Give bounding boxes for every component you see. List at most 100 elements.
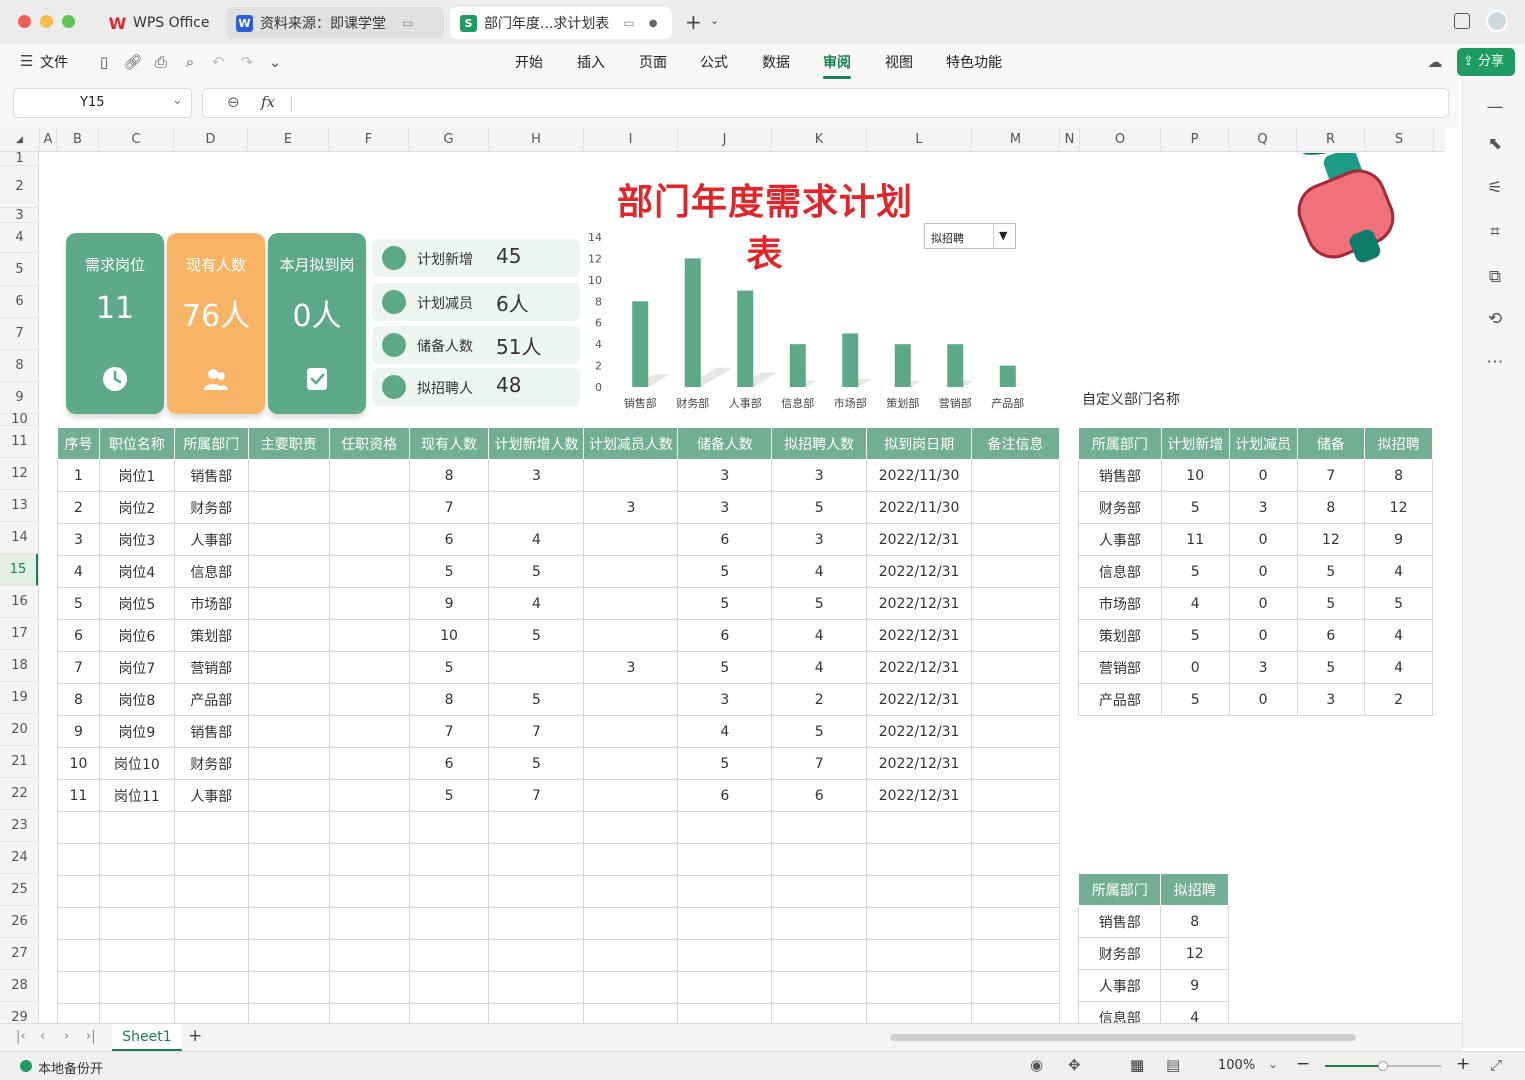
- table-cell[interactable]: [57, 939, 100, 972]
- first-sheet-icon[interactable]: |‹: [16, 1029, 26, 1044]
- hamburger-menu-icon[interactable]: ☰: [20, 52, 33, 70]
- next-sheet-icon[interactable]: ›: [64, 1029, 69, 1044]
- table-cell[interactable]: 5: [57, 587, 100, 620]
- navigate-icon[interactable]: ✥: [1068, 1056, 1081, 1074]
- table-cell[interactable]: 6: [677, 523, 773, 556]
- table-cell[interactable]: 5: [408, 555, 490, 588]
- table-cell[interactable]: [408, 939, 490, 972]
- table-cell[interactable]: [971, 491, 1060, 524]
- table-cell[interactable]: 财务部: [173, 491, 249, 524]
- row-header[interactable]: 7: [0, 318, 38, 350]
- bar[interactable]: [737, 290, 754, 387]
- table-cell[interactable]: [408, 1003, 490, 1023]
- table-cell[interactable]: [247, 587, 330, 620]
- table-cell[interactable]: [57, 843, 100, 876]
- row-header[interactable]: 29: [0, 1002, 38, 1022]
- row-header[interactable]: 16: [0, 586, 38, 618]
- menu-data[interactable]: 数据: [762, 52, 790, 72]
- bar[interactable]: [789, 344, 806, 387]
- table-cell[interactable]: [866, 939, 973, 972]
- table-cell[interactable]: 11: [57, 779, 100, 812]
- table-cell[interactable]: [677, 907, 773, 940]
- table-cell[interactable]: 7: [408, 491, 490, 524]
- table-cell[interactable]: 2022/12/31: [866, 523, 973, 556]
- table-cell[interactable]: [247, 811, 330, 844]
- table-cell[interactable]: [57, 811, 100, 844]
- table-cell[interactable]: 9: [408, 587, 490, 620]
- table-cell[interactable]: 3: [677, 683, 773, 716]
- table-cell[interactable]: [328, 651, 410, 684]
- table-cell[interactable]: [583, 587, 679, 620]
- table-cell[interactable]: 4: [488, 523, 585, 556]
- table-cell[interactable]: [771, 875, 868, 908]
- table-cell[interactable]: 2: [57, 491, 100, 524]
- table-cell[interactable]: 1: [57, 459, 100, 492]
- table-cell[interactable]: 7: [408, 715, 490, 748]
- table-cell[interactable]: 0: [1228, 683, 1298, 716]
- table-cell[interactable]: [488, 491, 585, 524]
- column-header[interactable]: F: [329, 128, 409, 152]
- column-header[interactable]: H: [489, 128, 584, 152]
- table-cell[interactable]: [98, 843, 175, 876]
- row-header[interactable]: 20: [0, 714, 38, 746]
- zoom-out-icon[interactable]: −: [1296, 1054, 1310, 1074]
- table-cell[interactable]: [488, 939, 585, 972]
- table-cell[interactable]: 财务部: [1078, 491, 1162, 524]
- table-cell[interactable]: [328, 907, 410, 940]
- table-cell[interactable]: 5: [677, 555, 773, 588]
- table-cell[interactable]: [971, 971, 1060, 1004]
- dropdown-arrow-icon[interactable]: ▼: [999, 229, 1007, 242]
- table-cell[interactable]: [328, 555, 410, 588]
- table-cell[interactable]: 4: [771, 555, 868, 588]
- history-icon[interactable]: ⟲: [1483, 307, 1507, 331]
- table-cell[interactable]: 5: [488, 683, 585, 716]
- table-cell[interactable]: [488, 811, 585, 844]
- share-button[interactable]: ⇪ 分享: [1457, 48, 1515, 76]
- column-header[interactable]: K: [772, 128, 867, 152]
- table-cell[interactable]: [583, 843, 679, 876]
- table-cell[interactable]: 4: [1160, 1001, 1229, 1023]
- bar[interactable]: [894, 344, 911, 387]
- table-cell[interactable]: [677, 843, 773, 876]
- table-cell[interactable]: [583, 779, 679, 812]
- table-cell[interactable]: [583, 907, 679, 940]
- table-cell[interactable]: [328, 747, 410, 780]
- row-header[interactable]: 9: [0, 382, 38, 414]
- formula-input[interactable]: ⊖ fx: [202, 88, 1449, 118]
- table-cell[interactable]: 3: [1296, 683, 1366, 716]
- row-header[interactable]: 17: [0, 618, 38, 650]
- table-cell[interactable]: 3: [1228, 651, 1298, 684]
- table-cell[interactable]: [866, 907, 973, 940]
- table-cell[interactable]: 3: [57, 523, 100, 556]
- table-cell[interactable]: 8: [1296, 491, 1366, 524]
- table-cell[interactable]: [771, 1003, 868, 1023]
- table-cell[interactable]: 5: [1296, 651, 1366, 684]
- table-cell[interactable]: 0: [1160, 651, 1230, 684]
- table-cell[interactable]: [247, 619, 330, 652]
- table-cell[interactable]: [971, 715, 1060, 748]
- table-cell[interactable]: 2022/11/30: [866, 491, 973, 524]
- row-header[interactable]: 25: [0, 874, 38, 906]
- table-cell[interactable]: 6: [677, 619, 773, 652]
- table-cell[interactable]: 策划部: [173, 619, 249, 652]
- table-cell[interactable]: 8: [408, 459, 490, 492]
- sidebar-toggle-icon[interactable]: [1454, 13, 1470, 29]
- table-cell[interactable]: [583, 459, 679, 492]
- file-menu[interactable]: 文件: [40, 52, 68, 72]
- table-cell[interactable]: [247, 747, 330, 780]
- table-cell[interactable]: [57, 1003, 100, 1023]
- bar[interactable]: [947, 344, 964, 387]
- table-cell[interactable]: [247, 907, 330, 940]
- table-cell[interactable]: 财务部: [1077, 937, 1162, 970]
- table-cell[interactable]: 0: [1228, 523, 1298, 556]
- close-window-button[interactable]: [18, 15, 31, 28]
- table-cell[interactable]: 财务部: [173, 747, 249, 780]
- table-cell[interactable]: 5: [1364, 587, 1433, 620]
- metric-dropdown[interactable]: 拟招聘 ▼: [924, 223, 1016, 249]
- zoom-slider-handle[interactable]: [1378, 1061, 1388, 1071]
- menu-review[interactable]: 审阅: [823, 52, 851, 79]
- row-header[interactable]: 18: [0, 650, 38, 682]
- table-cell[interactable]: 0: [1228, 459, 1298, 492]
- table-cell[interactable]: [328, 811, 410, 844]
- table-cell[interactable]: [771, 843, 868, 876]
